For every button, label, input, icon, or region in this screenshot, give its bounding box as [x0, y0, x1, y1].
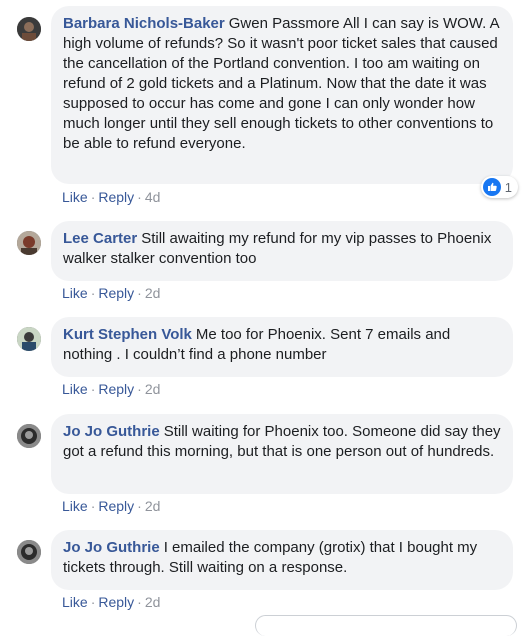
- avatar[interactable]: [17, 540, 41, 564]
- comment-actions: Like · Reply · 2d: [62, 593, 160, 611]
- comment-author[interactable]: Barbara Nichols-Baker: [63, 15, 225, 32]
- timestamp[interactable]: 2d: [145, 285, 161, 301]
- comment-author[interactable]: Lee Carter: [63, 230, 137, 247]
- reply-input-box[interactable]: [255, 615, 517, 636]
- comment-text: Gwen Passmore All I can say is WOW. A hi…: [63, 15, 499, 152]
- reaction-count[interactable]: 1: [480, 176, 518, 198]
- like-link[interactable]: Like: [62, 189, 88, 205]
- separator: ·: [90, 381, 96, 397]
- separator: ·: [90, 498, 96, 514]
- reply-link[interactable]: Reply: [98, 498, 134, 514]
- comment-author[interactable]: Kurt Stephen Volk: [63, 326, 192, 343]
- like-link[interactable]: Like: [62, 381, 88, 397]
- like-link[interactable]: Like: [62, 498, 88, 514]
- comment-actions: Like · Reply · 2d: [62, 284, 160, 302]
- separator: ·: [137, 189, 142, 205]
- separator: ·: [137, 498, 142, 514]
- reply-link[interactable]: Reply: [98, 285, 134, 301]
- comment-actions: Like · Reply · 2d: [62, 380, 160, 398]
- timestamp[interactable]: 2d: [145, 594, 161, 610]
- comment-actions: Like · Reply · 4d: [62, 188, 160, 206]
- timestamp[interactable]: 2d: [145, 381, 161, 397]
- comment-bubble: Lee Carter Still awaiting my refund for m…: [51, 221, 513, 281]
- avatar[interactable]: [17, 231, 41, 255]
- reply-link[interactable]: Reply: [98, 381, 134, 397]
- comment-bubble: Jo Jo Guthrie Still waiting for Phoenix t…: [51, 414, 513, 494]
- reaction-count-number: 1: [504, 179, 512, 195]
- like-link[interactable]: Like: [62, 594, 88, 610]
- comment-author[interactable]: Jo Jo Guthrie: [63, 423, 160, 440]
- separator: ·: [137, 381, 142, 397]
- comment-bubble: Kurt Stephen Volk Me too for Phoenix. Sen…: [51, 317, 513, 377]
- reply-link[interactable]: Reply: [98, 189, 134, 205]
- comment-bubble: Jo Jo Guthrie I emailed the company (grot…: [51, 530, 513, 590]
- avatar[interactable]: [17, 424, 41, 448]
- like-icon: [482, 178, 501, 196]
- comment-actions: Like · Reply · 2d: [62, 497, 160, 515]
- separator: ·: [90, 594, 96, 610]
- avatar[interactable]: [17, 17, 41, 41]
- timestamp[interactable]: 4d: [145, 189, 161, 205]
- separator: ·: [90, 189, 96, 205]
- reply-link[interactable]: Reply: [98, 594, 134, 610]
- separator: ·: [137, 285, 142, 301]
- like-link[interactable]: Like: [62, 285, 88, 301]
- comment-author[interactable]: Jo Jo Guthrie: [63, 539, 160, 556]
- comment-bubble: Barbara Nichols-Baker Gwen Passmore All I…: [51, 6, 513, 184]
- separator: ·: [137, 594, 142, 610]
- timestamp[interactable]: 2d: [145, 498, 161, 514]
- separator: ·: [90, 285, 96, 301]
- avatar[interactable]: [17, 327, 41, 351]
